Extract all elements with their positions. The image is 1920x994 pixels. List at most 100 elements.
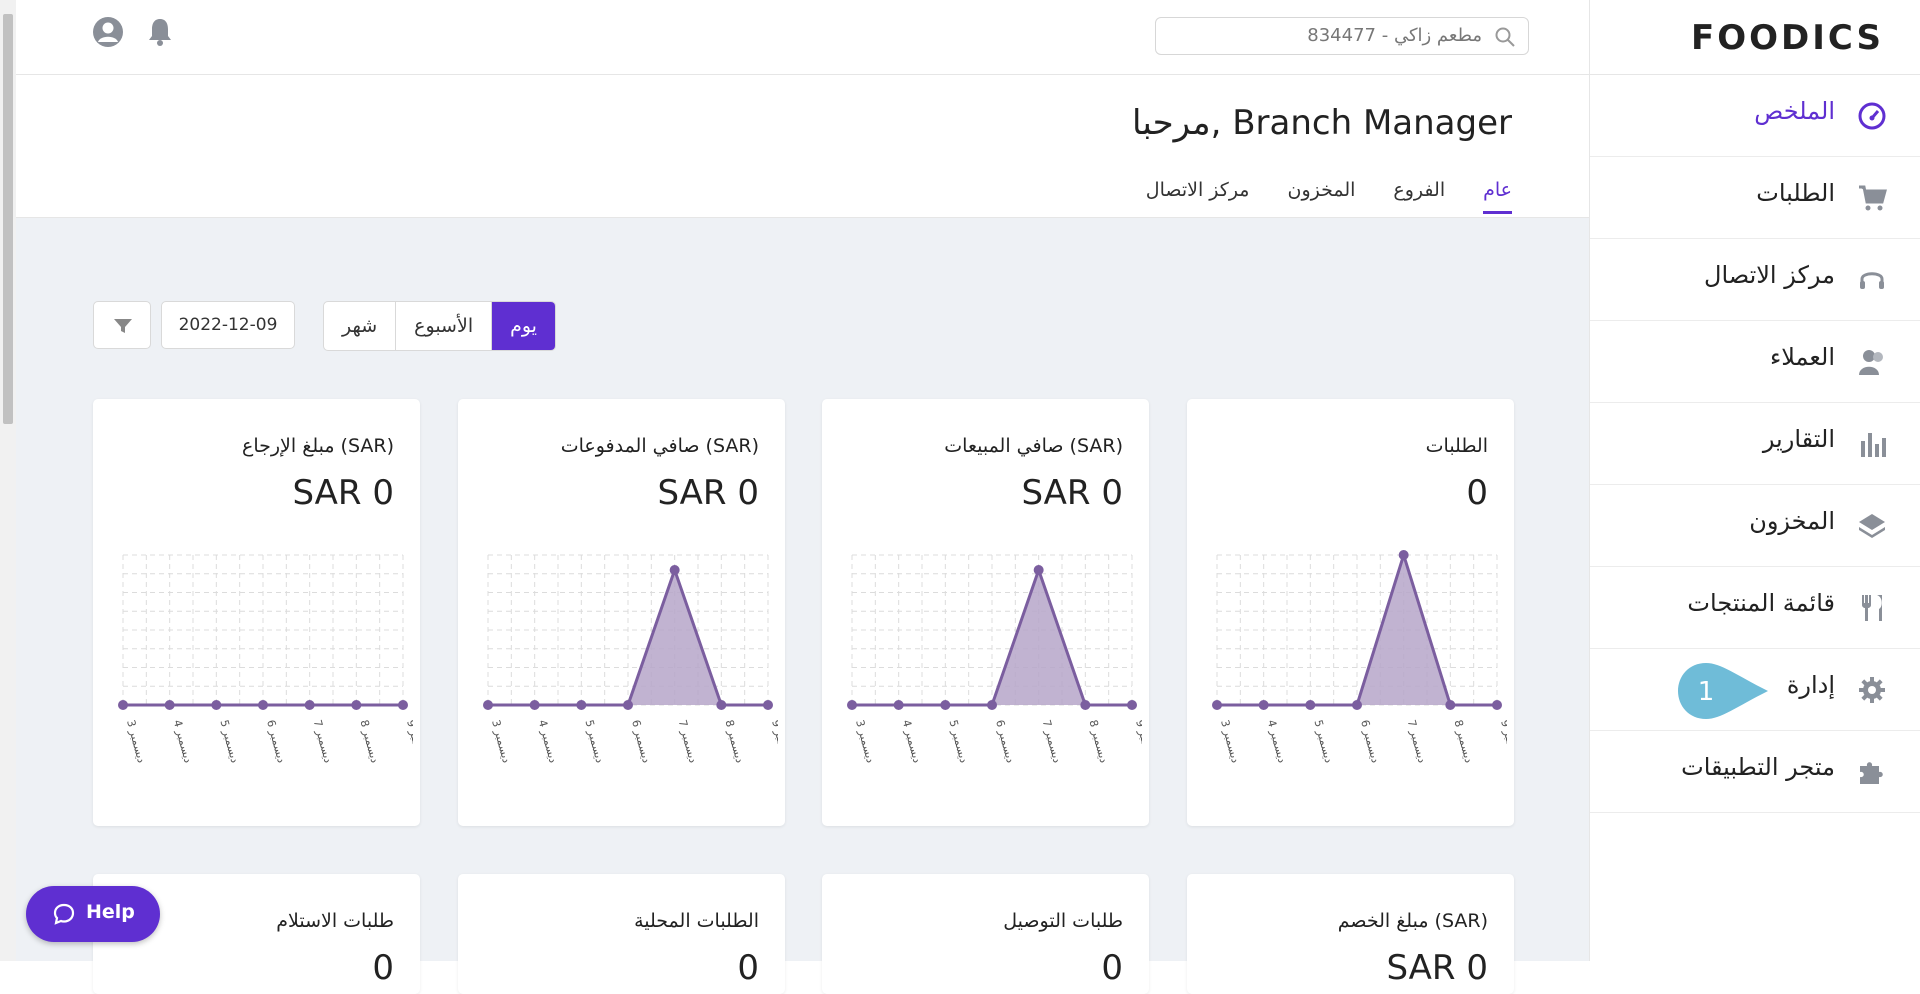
data-point[interactable] bbox=[211, 700, 222, 710]
data-point[interactable] bbox=[1398, 550, 1409, 560]
sidebar-item-inventory[interactable]: المخزون bbox=[1590, 485, 1920, 567]
data-point[interactable] bbox=[351, 700, 362, 710]
period-selector: شهر الأسبوع يوم bbox=[323, 301, 556, 351]
data-point[interactable] bbox=[118, 700, 128, 710]
filter-button[interactable] bbox=[93, 301, 151, 349]
tab-branches[interactable]: الفروع bbox=[1393, 179, 1445, 214]
dashboard-main: شهر الأسبوع يوم 2022-12-09 الطلبات 0 3 د… bbox=[16, 218, 1589, 994]
x-tick-label: 4 ديسمبر bbox=[171, 718, 195, 764]
x-tick-label: 5 ديسمبر bbox=[582, 718, 606, 764]
x-tick-label: 3 ديسمبر bbox=[489, 718, 513, 764]
sidebar-item-label: قائمة المنتجات bbox=[1687, 589, 1835, 617]
step-marker-badge: 1 bbox=[1678, 663, 1768, 719]
data-point[interactable] bbox=[529, 700, 540, 710]
card-value: SAR 0 bbox=[292, 473, 394, 513]
sidebar-item-label: مركز الاتصال bbox=[1704, 261, 1835, 289]
tab-inventory[interactable]: المخزون bbox=[1287, 179, 1355, 214]
card-value: 0 bbox=[1466, 473, 1488, 513]
fork-knife-icon bbox=[1862, 595, 1882, 621]
user-account-icon[interactable] bbox=[92, 16, 124, 48]
orders-area-chart: 3 ديسمبر 4 ديسمبر 5 ديسمبر 6 ديسمبر 7 ديسمبر… bbox=[1212, 549, 1507, 764]
sidebar-item-reports[interactable]: التقارير bbox=[1590, 403, 1920, 485]
data-point[interactable] bbox=[483, 700, 493, 710]
x-tick-label: 7 ديسمبر bbox=[1040, 718, 1064, 764]
data-point[interactable] bbox=[987, 700, 997, 710]
card-title: مبلغ الإرجاع (SAR) bbox=[242, 435, 394, 457]
data-point[interactable] bbox=[1212, 700, 1222, 710]
sidebar-item-orders[interactable]: الطلبات bbox=[1590, 157, 1920, 239]
data-point[interactable] bbox=[893, 700, 904, 710]
card-value: 0 bbox=[372, 948, 394, 988]
return-amount-area-chart: 3 ديسمبر 4 ديسمبر 5 ديسمبر 6 ديسمبر 7 ديسمبر… bbox=[118, 554, 413, 764]
card-net-sales: صافي المبيعات (SAR) SAR 0 3 ديسمبر 4 ديسم… bbox=[822, 399, 1149, 826]
layers-icon bbox=[1859, 514, 1885, 538]
data-point[interactable] bbox=[1492, 700, 1502, 710]
scrollbar-thumb[interactable] bbox=[3, 14, 13, 424]
page-scrollbar[interactable] bbox=[0, 0, 16, 961]
data-point[interactable] bbox=[940, 700, 951, 710]
sidebar-item-label: التقارير bbox=[1762, 425, 1835, 453]
tab-general[interactable]: عام bbox=[1483, 179, 1512, 214]
sidebar-item-product-menu[interactable]: قائمة المنتجات bbox=[1590, 567, 1920, 649]
tab-call-center[interactable]: مركز الاتصال bbox=[1146, 179, 1250, 214]
branch-search-field[interactable] bbox=[1155, 17, 1529, 55]
data-point[interactable] bbox=[398, 700, 408, 710]
x-tick-label: 6 ديسمبر bbox=[264, 718, 288, 764]
x-tick-label: 9 ديسمبر bbox=[1133, 718, 1142, 764]
date-picker[interactable]: 2022-12-09 bbox=[161, 301, 295, 349]
sidebar-item-summary[interactable]: الملخص bbox=[1590, 75, 1920, 157]
x-tick-label: 5 ديسمبر bbox=[1311, 718, 1335, 764]
data-point[interactable] bbox=[576, 700, 587, 710]
x-tick-label: 7 ديسمبر bbox=[311, 718, 335, 764]
data-point[interactable] bbox=[1445, 700, 1456, 710]
sidebar-item-customers[interactable]: العملاء bbox=[1590, 321, 1920, 403]
data-point[interactable] bbox=[1080, 700, 1091, 710]
x-tick-label: 6 ديسمبر bbox=[629, 718, 653, 764]
x-tick-label: 5 ديسمبر bbox=[946, 718, 970, 764]
net-sales-area-chart: 3 ديسمبر 4 ديسمبر 5 ديسمبر 6 ديسمبر 7 ديسمبر… bbox=[847, 554, 1142, 764]
data-point[interactable] bbox=[1352, 700, 1362, 710]
data-point[interactable] bbox=[847, 700, 857, 710]
sidebar: FOODICS الملخص الطلبات مركز الاتصال العم… bbox=[1589, 0, 1920, 961]
period-month-button[interactable]: شهر bbox=[324, 302, 395, 350]
data-point[interactable] bbox=[623, 700, 633, 710]
period-day-button[interactable]: يوم bbox=[491, 302, 555, 350]
card-value: SAR 0 bbox=[1386, 948, 1488, 988]
data-point[interactable] bbox=[1127, 700, 1137, 710]
customers-icon bbox=[1859, 350, 1883, 375]
x-tick-label: 9 ديسمبر bbox=[769, 718, 778, 764]
data-point[interactable] bbox=[164, 700, 175, 710]
x-tick-label: 3 ديسمبر bbox=[853, 718, 877, 764]
card-value: SAR 0 bbox=[657, 473, 759, 513]
period-week-button[interactable]: الأسبوع bbox=[395, 302, 491, 350]
card-discount-amount: مبلغ الخصم (SAR) SAR 0 bbox=[1187, 874, 1514, 994]
x-tick-label: 4 ديسمبر bbox=[900, 718, 924, 764]
sidebar-item-label: العملاء bbox=[1769, 343, 1835, 371]
foodics-logo[interactable]: FOODICS bbox=[1691, 18, 1884, 58]
help-button[interactable]: Help bbox=[26, 886, 160, 942]
data-point[interactable] bbox=[304, 700, 315, 710]
help-label: Help bbox=[86, 901, 135, 923]
bell-icon[interactable] bbox=[144, 16, 176, 48]
sidebar-item-label: المخزون bbox=[1749, 507, 1835, 535]
sidebar-item-app-store[interactable]: متجر التطبيقات bbox=[1590, 731, 1920, 813]
puzzle-icon bbox=[1860, 762, 1883, 784]
card-dine-in-orders: الطلبات المحلية 0 bbox=[458, 874, 785, 994]
data-point[interactable] bbox=[1258, 700, 1269, 710]
sidebar-item-label: إدارة bbox=[1786, 671, 1835, 699]
card-orders: الطلبات 0 3 ديسمبر 4 ديسمبر 5 ديسمبر 6 ديسم… bbox=[1187, 399, 1514, 826]
data-point[interactable] bbox=[669, 565, 680, 575]
x-tick-label: 6 ديسمبر bbox=[1358, 718, 1382, 764]
search-icon bbox=[1495, 27, 1515, 47]
data-point[interactable] bbox=[1033, 565, 1044, 575]
card-delivery-orders: طلبات التوصيل 0 bbox=[822, 874, 1149, 994]
data-point[interactable] bbox=[716, 700, 727, 710]
data-point[interactable] bbox=[1305, 700, 1316, 710]
sidebar-item-call-center[interactable]: مركز الاتصال bbox=[1590, 239, 1920, 321]
card-value: 0 bbox=[737, 948, 759, 988]
data-point[interactable] bbox=[258, 700, 268, 710]
data-point[interactable] bbox=[763, 700, 773, 710]
x-tick-label: 7 ديسمبر bbox=[1405, 718, 1429, 764]
search-input[interactable] bbox=[1180, 24, 1484, 47]
cart-icon bbox=[1859, 185, 1887, 211]
